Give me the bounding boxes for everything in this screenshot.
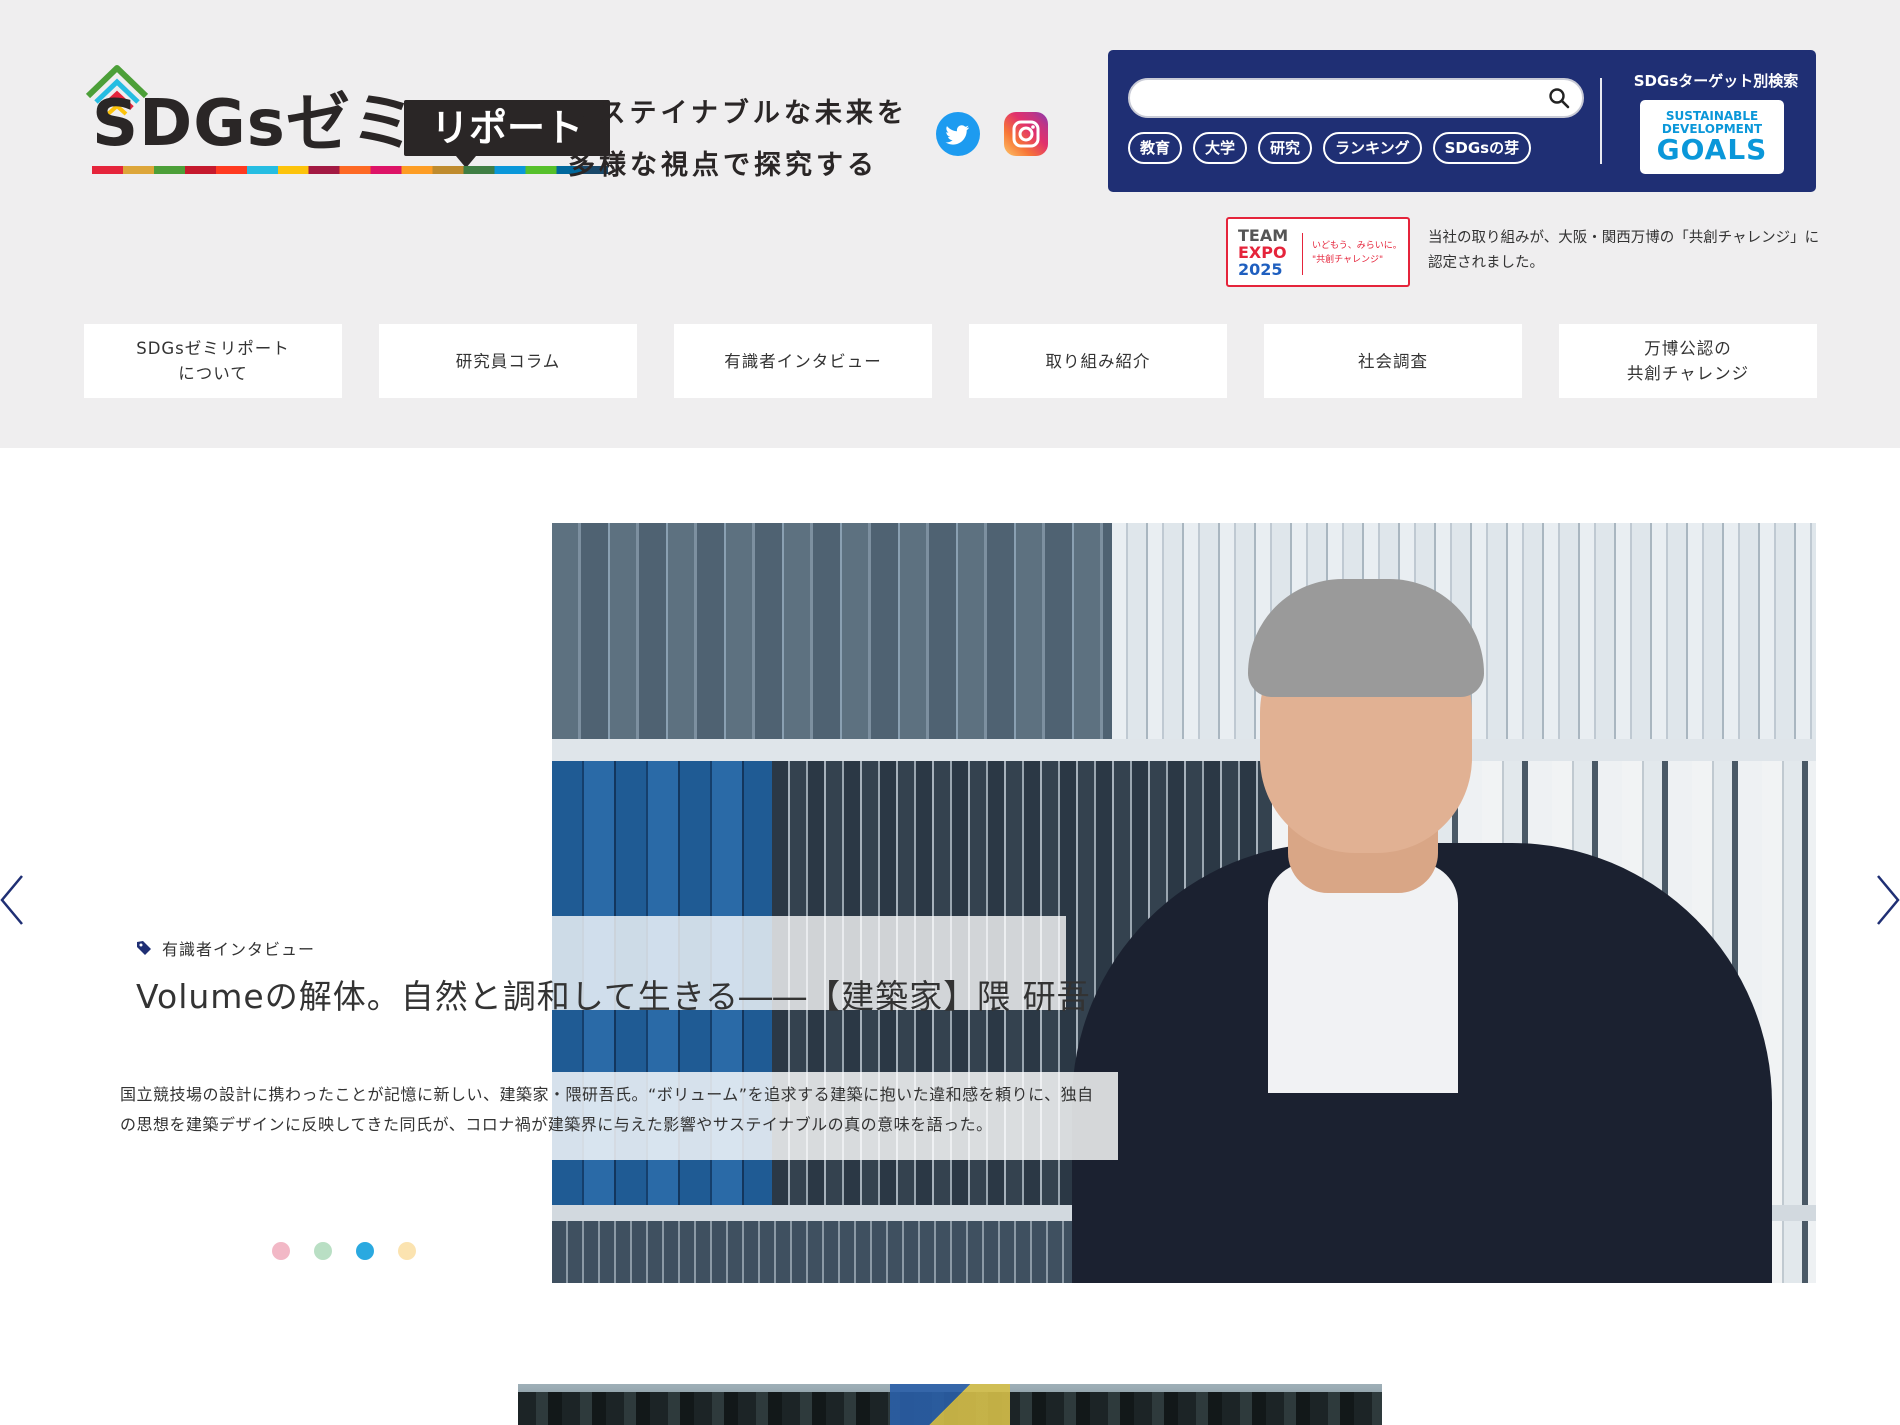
sdgs-target-search-label: SDGsターゲット別検索 — [1633, 72, 1799, 90]
nav-about-line-1: SDGsゼミリポート — [136, 339, 290, 358]
sdgs-goals-button[interactable]: SUSTAINABLE DEVELOPMENT GOALS — [1640, 100, 1784, 174]
slider-next-arrow-icon[interactable] — [1860, 870, 1900, 930]
expo-expo: EXPO — [1238, 243, 1287, 262]
tag-university[interactable]: 大学 — [1193, 132, 1248, 164]
goals-big-text: GOALS — [1656, 133, 1768, 166]
expo-challenge-text: いどもう、みらいに。 "共創チャレンジ" — [1312, 239, 1402, 267]
tagline-line-1: サステイナブルな未来を — [568, 98, 908, 129]
nav-social-survey-label: 社会調査 — [1358, 351, 1428, 371]
nav-about-line-2: について — [178, 364, 248, 383]
panel-divider — [1600, 78, 1602, 164]
person-shirt — [1268, 863, 1458, 1093]
tagline-line-2: 多様な視点で探究する — [568, 150, 878, 181]
expo-team: TEAM — [1238, 226, 1289, 245]
hero-slide-image[interactable] — [552, 523, 1816, 1283]
goals-small-text-1: SUSTAINABLE — [1665, 109, 1759, 123]
site-header: SDGsゼミ リポート サステイナブルな未来を 多様な視点で探究する 教育 大学… — [0, 0, 1900, 448]
nav-expert-interview-label: 有識者インタビュー — [724, 351, 882, 371]
twitter-icon[interactable] — [936, 112, 980, 156]
twitter-bird-icon — [945, 125, 969, 145]
nav-researcher-column[interactable]: 研究員コラム — [379, 324, 637, 398]
expo-divider — [1302, 233, 1303, 275]
expo-sub-1: いどもう、みらいに。 — [1312, 241, 1402, 251]
nav-expert-interview[interactable]: 有識者インタビュー — [674, 324, 932, 398]
nav-expo-challenge-line-2: 共創チャレンジ — [1626, 364, 1750, 383]
slider-dots — [272, 1242, 416, 1260]
nav-social-survey[interactable]: 社会調査 — [1264, 324, 1522, 398]
nav-initiatives[interactable]: 取り組み紹介 — [969, 324, 1227, 398]
nav-expo-challenge[interactable]: 万博公認の共創チャレンジ — [1559, 324, 1817, 398]
tag-icon — [137, 941, 151, 955]
site-tagline: サステイナブルな未来を 多様な視点で探究する — [568, 88, 908, 192]
logo-text: SDGsゼミ — [92, 87, 416, 161]
expo-sub-2: "共創チャレンジ" — [1312, 255, 1384, 265]
hero-category-label: 有識者インタビュー — [162, 940, 316, 959]
slider-dot-4[interactable] — [398, 1242, 416, 1260]
nav-researcher-column-label: 研究員コラム — [455, 351, 561, 371]
hero-title[interactable]: Volumeの解体。自然と調和して生きる――【建築家】隈 研吾 — [136, 970, 1091, 1018]
instagram-icon[interactable] — [1004, 112, 1048, 156]
tag-ranking[interactable]: ランキング — [1323, 132, 1422, 164]
nav-about[interactable]: SDGsゼミリポート について — [84, 324, 342, 398]
flag-shape — [890, 1384, 1010, 1425]
logo-color-stripe — [92, 166, 608, 174]
nav-expo-challenge-line-1: 万博公認の — [1644, 339, 1732, 358]
nav-initiatives-label: 取り組み紹介 — [1045, 351, 1151, 371]
slider-dot-3[interactable] — [356, 1242, 374, 1260]
slider-dot-1[interactable] — [272, 1242, 290, 1260]
search-icon[interactable] — [1548, 87, 1570, 109]
search-input[interactable] — [1128, 78, 1584, 118]
shelf-board — [552, 739, 1816, 761]
site-logo[interactable]: SDGsゼミ リポート — [82, 62, 610, 180]
keyword-tags: 教育 大学 研究 ランキング SDGsの芽 — [1128, 132, 1532, 164]
slider-dot-2[interactable] — [314, 1242, 332, 1260]
tag-research[interactable]: 研究 — [1258, 132, 1313, 164]
expo-2025-badge[interactable]: TEAM EXPO 2025 いどもう、みらいに。 "共創チャレンジ" — [1226, 217, 1410, 287]
instagram-camera-icon — [1012, 120, 1040, 148]
main-nav: SDGsゼミリポート について 研究員コラム 有識者インタビュー 取り組み紹介 社… — [84, 324, 1817, 398]
expo-year: 2025 — [1238, 260, 1283, 279]
expo-logo-text: TEAM EXPO 2025 — [1238, 227, 1288, 278]
next-article-image[interactable] — [518, 1384, 1382, 1425]
expo-note: 当社の取り組みが、大阪・関西万博の「共創チャレンジ」に認定されました。 — [1428, 230, 1820, 271]
tag-sdgs-sprout[interactable]: SDGsの芽 — [1432, 132, 1532, 164]
search-panel: 教育 大学 研究 ランキング SDGsの芽 SDGsターゲット別検索 SUSTA… — [1108, 50, 1816, 192]
hero-category[interactable]: 有識者インタビュー — [136, 936, 315, 960]
hero-description: 国立競技場の設計に携わったことが記憶に新しい、建築家・隈研吾氏。“ボリューム”を… — [120, 1085, 1094, 1134]
tag-education[interactable]: 教育 — [1128, 132, 1183, 164]
slider-prev-arrow-icon[interactable] — [0, 870, 40, 930]
